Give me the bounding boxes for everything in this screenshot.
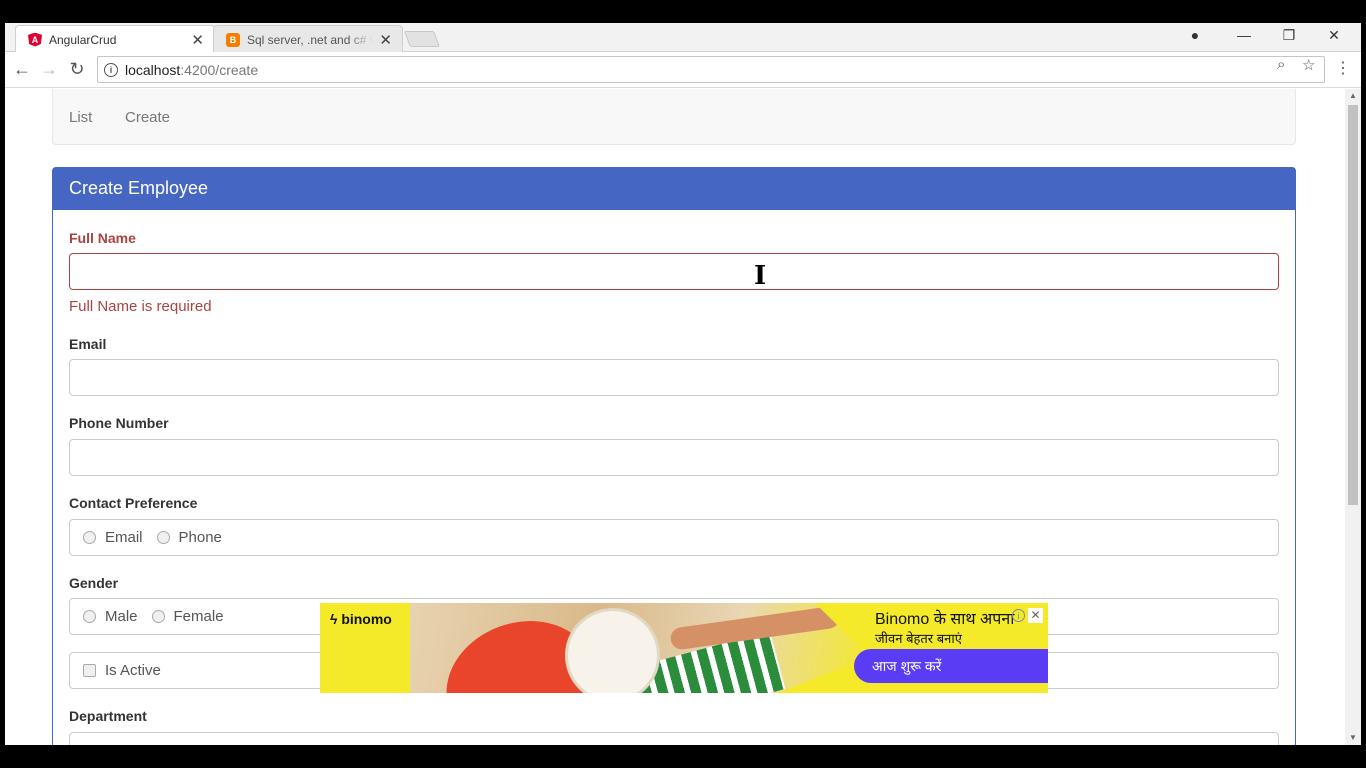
tab-angularcrud[interactable]: A AngularCrud ✕ — [15, 25, 215, 53]
tab-title: Sql server, .net and c# vid — [247, 32, 374, 47]
ad-subline: जीवन बेहतर बनाएं — [875, 631, 962, 646]
ad-brand: binomo — [341, 611, 392, 627]
nav-list-link[interactable]: List — [69, 109, 92, 126]
advertisement-banner[interactable]: ϟ binomo Binomo के साथ अपना जीवन बेहतर ब… — [320, 603, 1048, 693]
text-cursor-icon: I — [754, 261, 767, 291]
phone-number-label: Phone Number — [69, 415, 169, 431]
contact-email-option: Email — [105, 529, 143, 546]
ad-close-icon[interactable]: ✕ — [1028, 608, 1043, 623]
is-active-checkbox[interactable] — [83, 664, 96, 677]
browser-toolbar: ← → ↻ i localhost:4200/create ⌕ ☆ ⋮ — [5, 52, 1361, 88]
blogger-icon: B — [226, 32, 240, 47]
ad-cta-button[interactable]: आज शुरू करें — [854, 649, 1048, 683]
tab-strip: A AngularCrud ✕ B Sql server, .net and c… — [5, 23, 1361, 53]
contact-email-radio[interactable] — [83, 531, 96, 544]
screen-frame: A AngularCrud ✕ B Sql server, .net and c… — [0, 0, 1366, 768]
reload-icon[interactable]: ↻ — [66, 59, 88, 80]
menu-icon[interactable]: ⋮ — [1335, 58, 1351, 78]
browser-window: A AngularCrud ✕ B Sql server, .net and c… — [5, 23, 1361, 745]
full-name-error: Full Name is required — [69, 298, 212, 315]
contact-phone-radio[interactable] — [156, 531, 170, 544]
url-host: localhost — [125, 61, 181, 78]
panel-heading: Create Employee — [53, 168, 1295, 210]
profile-icon[interactable]: ● — [1185, 27, 1205, 43]
close-window-icon[interactable]: ✕ — [1324, 27, 1344, 44]
email-input[interactable] — [69, 359, 1279, 396]
scroll-down-arrow-icon[interactable]: ▼ — [1345, 731, 1361, 745]
close-tab-icon[interactable]: ✕ — [191, 31, 204, 49]
ad-hat-shape — [565, 608, 660, 693]
email-label: Email — [69, 336, 107, 352]
gender-female-radio[interactable] — [151, 610, 165, 623]
bookmark-star-icon[interactable]: ☆ — [1302, 56, 1315, 74]
is-active-label: Is Active — [105, 662, 161, 679]
app-navbar: List Create — [52, 89, 1296, 145]
minimize-icon[interactable]: — — [1234, 27, 1254, 43]
angular-icon: A — [28, 32, 42, 47]
page-scrollbar[interactable]: ▲ ▼ — [1345, 89, 1361, 745]
phone-number-input[interactable] — [69, 439, 1279, 476]
address-bar[interactable]: i localhost:4200/create — [97, 56, 1325, 83]
forward-icon[interactable]: → — [38, 59, 60, 80]
back-icon[interactable]: ← — [11, 59, 33, 80]
ad-headline: Binomo के साथ अपना — [875, 611, 1015, 628]
close-tab-icon[interactable]: ✕ — [379, 31, 392, 49]
full-name-label: Full Name — [69, 230, 136, 246]
full-name-input[interactable] — [69, 253, 1279, 290]
department-label: Department — [69, 708, 147, 724]
tab-sql-server[interactable]: B Sql server, .net and c# vid ✕ — [213, 25, 403, 53]
department-select[interactable] — [69, 732, 1279, 745]
tab-title: AngularCrud — [49, 32, 117, 47]
url-path: :4200/create — [180, 61, 259, 78]
gender-male-radio[interactable] — [83, 610, 96, 623]
gender-male-option: Male — [105, 608, 138, 625]
gender-female-option: Female — [173, 608, 224, 625]
contact-preference-label: Contact Preference — [69, 495, 198, 511]
new-tab-button[interactable] — [404, 31, 440, 47]
ad-logo: ϟ binomo — [330, 611, 392, 627]
contact-preference-group: Email Phone — [69, 519, 1279, 556]
scroll-up-arrow-icon[interactable]: ▲ — [1345, 89, 1361, 103]
ad-info-icon[interactable]: i — [1012, 609, 1025, 622]
gender-label: Gender — [69, 575, 119, 591]
info-icon[interactable]: i — [104, 62, 118, 77]
page-content: List Create Create Employee Full Name Fu… — [5, 89, 1345, 745]
contact-phone-option: Phone — [178, 529, 222, 546]
zoom-icon[interactable]: ⌕ — [1277, 56, 1285, 73]
restore-icon[interactable]: ❐ — [1279, 27, 1299, 44]
scroll-thumb[interactable] — [1348, 105, 1358, 505]
nav-create-link[interactable]: Create — [125, 109, 170, 126]
ad-beach-image — [410, 603, 870, 693]
